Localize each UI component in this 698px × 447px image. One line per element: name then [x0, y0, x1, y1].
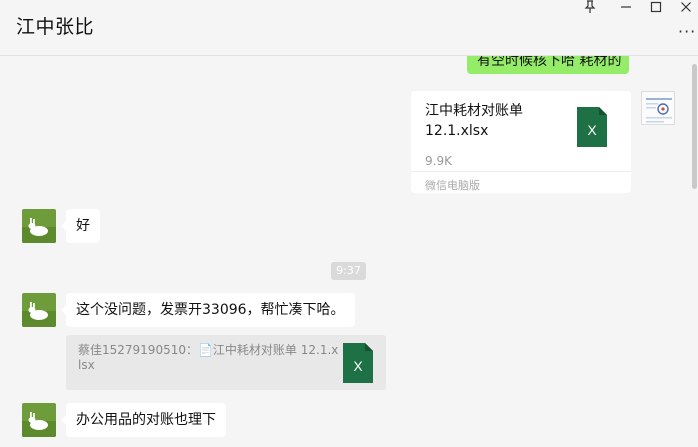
close-icon[interactable] — [674, 0, 698, 14]
file-size: 9.9K — [425, 154, 452, 168]
contact-avatar[interactable] — [22, 403, 56, 437]
xlsx-file-icon-letter: X — [353, 358, 363, 374]
contact-message-bubble[interactable]: 这个没问题，发票开33096，帮忙凑下哈。 — [61, 293, 355, 327]
contact-message-bubble[interactable]: 好 — [61, 209, 100, 243]
timestamp-badge: 9:37 — [331, 262, 366, 280]
xlsx-file-icon-letter: X — [587, 122, 597, 138]
more-icon[interactable]: ··· — [678, 22, 696, 41]
contact-message-bubble[interactable]: 办公用品的对账也理下 — [61, 403, 226, 437]
xlsx-file-icon: X — [577, 107, 607, 147]
file-name: 江中耗材对账单12.1.xlsx — [425, 103, 523, 139]
chat-area[interactable]: 有空时候核下哈 耗材的 江中耗材对账单12.1.xlsx X 9.9K 微信电脑… — [0, 56, 692, 447]
file-message-card[interactable]: 江中耗材对账单12.1.xlsx X 9.9K 微信电脑版 — [411, 91, 631, 193]
file-card-divider — [411, 171, 631, 172]
quoted-message[interactable]: 蔡佳15279190510：📄江中耗材对账单 12.1.xlsx X — [66, 335, 386, 390]
xlsx-file-icon: X — [343, 343, 373, 383]
contact-avatar[interactable] — [22, 293, 56, 327]
pin-icon[interactable] — [578, 0, 602, 14]
chat-title: 江中张比 — [16, 16, 95, 38]
quoted-message-text: 蔡佳15279190510：📄江中耗材对账单 12.1.xlsx — [78, 343, 339, 372]
scrollbar-thumb[interactable] — [692, 64, 697, 189]
file-source: 微信电脑版 — [425, 179, 480, 192]
maximize-icon[interactable] — [644, 0, 668, 14]
scrollbar[interactable] — [692, 56, 698, 447]
contact-avatar[interactable] — [22, 209, 56, 243]
minimize-icon[interactable] — [614, 0, 638, 14]
self-avatar[interactable] — [641, 91, 675, 125]
self-message-bubble[interactable]: 有空时候核下哈 耗材的 — [467, 56, 629, 74]
title-bar: 江中张比 ··· — [0, 0, 698, 56]
